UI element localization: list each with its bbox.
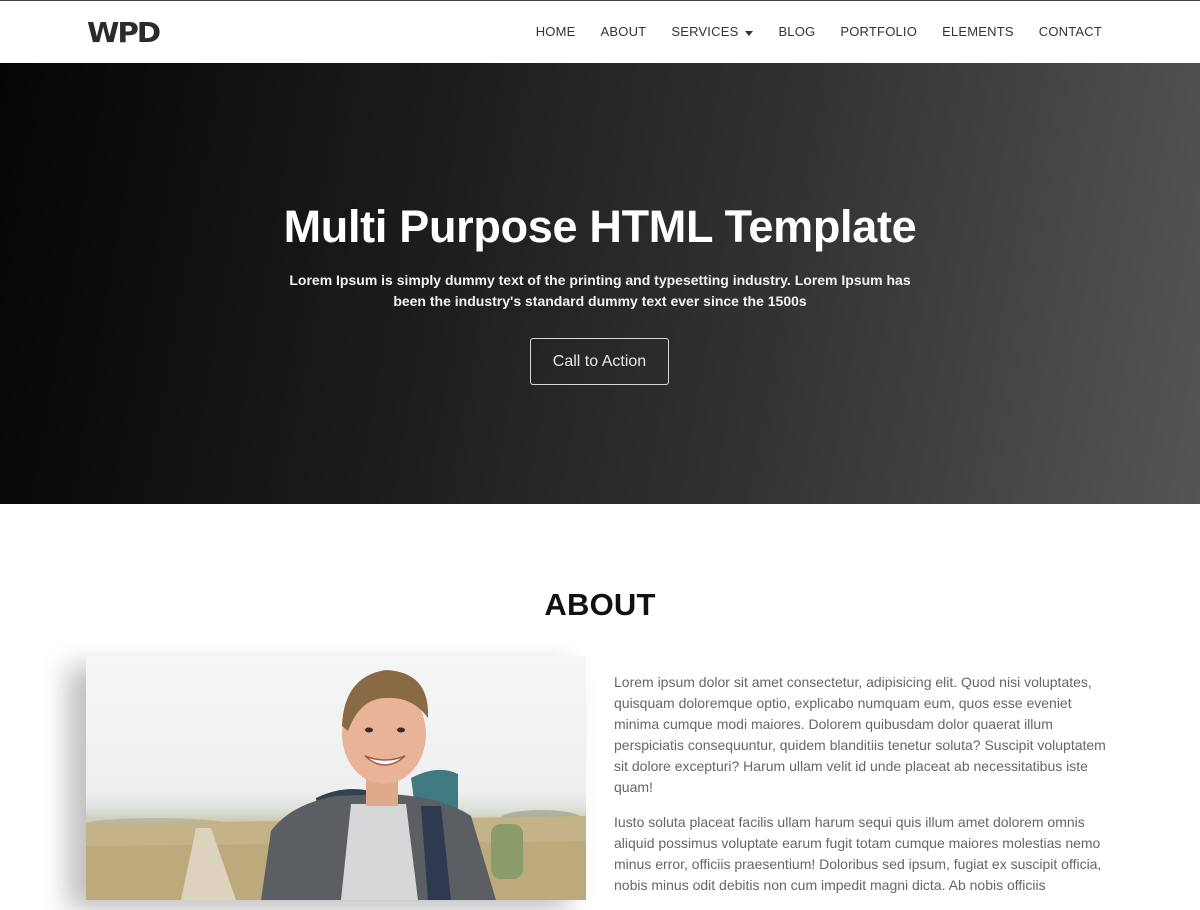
nav-item-label: PORTFOLIO: [840, 24, 918, 39]
nav-item-services[interactable]: SERVICES: [659, 23, 766, 41]
nav-item-label: ABOUT: [600, 24, 647, 39]
about-paragraph-2: Iusto soluta placeat facilis ullam harum…: [614, 814, 1102, 893]
smiling-hiker-image: [86, 670, 586, 900]
about-text: Lorem ipsum dolor sit amet consectetur, …: [614, 672, 1114, 910]
call-to-action-button[interactable]: Call to Action: [530, 338, 669, 385]
nav-item-about[interactable]: ABOUT: [588, 23, 659, 41]
about-photo: [86, 656, 586, 900]
nav-item-portfolio[interactable]: PORTFOLIO: [828, 23, 930, 41]
nav-item-label: BLOG: [778, 24, 816, 39]
nav-item-label: SERVICES: [671, 24, 739, 39]
nav-item-home[interactable]: HOME: [523, 23, 588, 41]
nav-item-elements[interactable]: ELEMENTS: [930, 23, 1027, 41]
about-heading: ABOUT: [544, 587, 656, 622]
hero-section: Multi Purpose HTML Template Lorem Ipsum …: [0, 63, 1200, 504]
hero-subtitle: Lorem Ipsum is simply dummy text of the …: [289, 272, 911, 309]
site-logo[interactable]: WPD: [87, 18, 161, 48]
caret-down-icon: [745, 30, 754, 36]
nav-item-label: HOME: [535, 24, 576, 39]
main-nav: HOME ABOUT SERVICES BLOG PORTFOLIO ELEME…: [523, 23, 1102, 41]
nav-item-label: ELEMENTS: [942, 24, 1014, 39]
site-header: WPD HOME ABOUT SERVICES BLOG PORTFOLIO E…: [0, 0, 1200, 63]
about-paragraph-1: Lorem ipsum dolor sit amet consectetur, …: [614, 674, 1106, 795]
nav-item-contact[interactable]: CONTACT: [1026, 23, 1102, 41]
nav-item-label: CONTACT: [1038, 24, 1102, 39]
nav-item-blog[interactable]: BLOG: [766, 23, 828, 41]
hero-title: Multi Purpose HTML Template: [283, 201, 917, 252]
